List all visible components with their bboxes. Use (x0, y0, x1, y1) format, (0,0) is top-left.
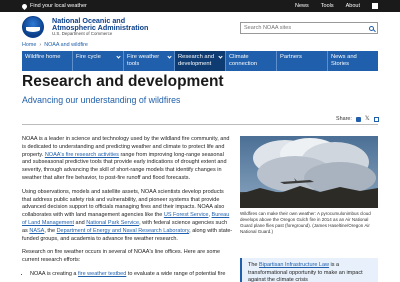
research-list: NOAA is creating a fire weather testbed … (22, 271, 234, 279)
fire-weather-testbed-link[interactable]: fire weather testbed (78, 271, 126, 277)
search-icon (368, 25, 374, 31)
breadcrumb-separator: › (39, 42, 42, 48)
news-link[interactable]: News (295, 3, 309, 9)
bipartisan-infrastructure-law-link[interactable]: Bipartisan Infrastructure Law (259, 262, 329, 268)
national-park-service-link[interactable]: National Park Service (86, 220, 139, 226)
org-name-line2: Atmospheric Administration (52, 23, 149, 33)
article-body: NOAA is a leader in science and technolo… (22, 136, 234, 279)
x-twitter-icon[interactable]: 𝕏 (365, 116, 370, 122)
paragraph-intro: NOAA is a leader in science and technolo… (22, 136, 234, 183)
about-link[interactable]: About (346, 3, 360, 9)
page-subtitle: Advancing our understanding of wildfires (22, 95, 181, 105)
us-forest-service-link[interactable]: US Forest Service (164, 212, 209, 218)
text: and (73, 219, 87, 226)
nav-fire-cycle[interactable]: Fire cycle (73, 51, 124, 71)
paragraph-partners: Using observations, models and satellite… (22, 189, 234, 244)
share-label: Share: (336, 116, 352, 122)
infrastructure-callout: The Bipartisan Infrastructure Law is a t… (240, 258, 378, 282)
site-header: National Oceanic and Atmospheric Adminis… (0, 12, 400, 42)
nav-label: Fire weather tools (127, 54, 160, 67)
nav-fire-weather-tools[interactable]: Fire weather tools (124, 51, 175, 71)
page-title: Research and development (22, 73, 224, 90)
local-weather-link[interactable]: Find your local weather (20, 2, 87, 10)
nav-label: Research and development (178, 54, 215, 67)
nav-wildfire-home[interactable]: Wildfire home (22, 51, 73, 71)
nav-research-and-development[interactable]: Research and development (175, 51, 226, 71)
facebook-icon[interactable] (355, 116, 361, 122)
org-name[interactable]: National Oceanic and Atmospheric Adminis… (52, 17, 148, 37)
nav-label: Climate connection (229, 54, 258, 67)
local-weather-label: Find your local weather (30, 3, 87, 9)
search-input[interactable] (241, 25, 365, 31)
department-name: U.S. Department of Commerce (52, 31, 113, 37)
nav-climate-connection[interactable]: Climate connection (226, 51, 277, 71)
noaa-logo-icon[interactable] (22, 16, 44, 38)
share-bar: Share: 𝕏 (336, 116, 379, 122)
utility-bar: Find your local weather News Tools About (0, 0, 400, 12)
text: to evaluate a wide range of potential fi… (126, 270, 226, 277)
breadcrumb: Home › NOAA and wildfire (22, 42, 88, 48)
list-item: NOAA is creating a fire weather testbed … (30, 271, 234, 279)
nav-label: Partners (280, 54, 302, 60)
breadcrumb-noaa-and-wildfire[interactable]: NOAA and wildfire (44, 42, 88, 48)
chevron-down-icon (218, 54, 223, 59)
apps-grid-icon[interactable] (372, 3, 378, 9)
section-nav: Wildfire home Fire cycle Fire weather to… (22, 51, 378, 71)
text: NOAA is creating a (30, 270, 78, 277)
pyrocumulonimbus-photo (240, 136, 378, 208)
nasa-link[interactable]: NASA (29, 228, 44, 234)
divider (22, 124, 378, 125)
breadcrumb-home[interactable]: Home (22, 42, 36, 48)
text: , the (44, 227, 57, 234)
nav-partners[interactable]: Partners (277, 51, 328, 71)
search-button[interactable] (365, 23, 377, 34)
doe-nrl-link[interactable]: Department of Energy and Naval Research … (57, 228, 190, 234)
photo-illustration (240, 136, 378, 208)
nav-label: Wildfire home (25, 54, 61, 60)
fire-research-activities-link[interactable]: NOAA's fire research activities (45, 152, 119, 158)
nav-label: News and Stories (331, 54, 357, 67)
search-box (240, 22, 378, 34)
tools-link[interactable]: Tools (321, 3, 334, 9)
text: The (248, 262, 260, 268)
email-icon[interactable] (373, 116, 379, 122)
nav-label: Fire cycle (76, 54, 101, 60)
nav-news-and-stories[interactable]: News and Stories (328, 51, 378, 71)
photo-caption: Wildfires can make their own weather: A … (240, 211, 371, 234)
paragraph-research-efforts: Research on fire weather occurs in sever… (22, 249, 221, 264)
location-pin-icon (20, 2, 29, 10)
chevron-down-icon (116, 54, 121, 59)
chevron-down-icon (167, 54, 172, 59)
